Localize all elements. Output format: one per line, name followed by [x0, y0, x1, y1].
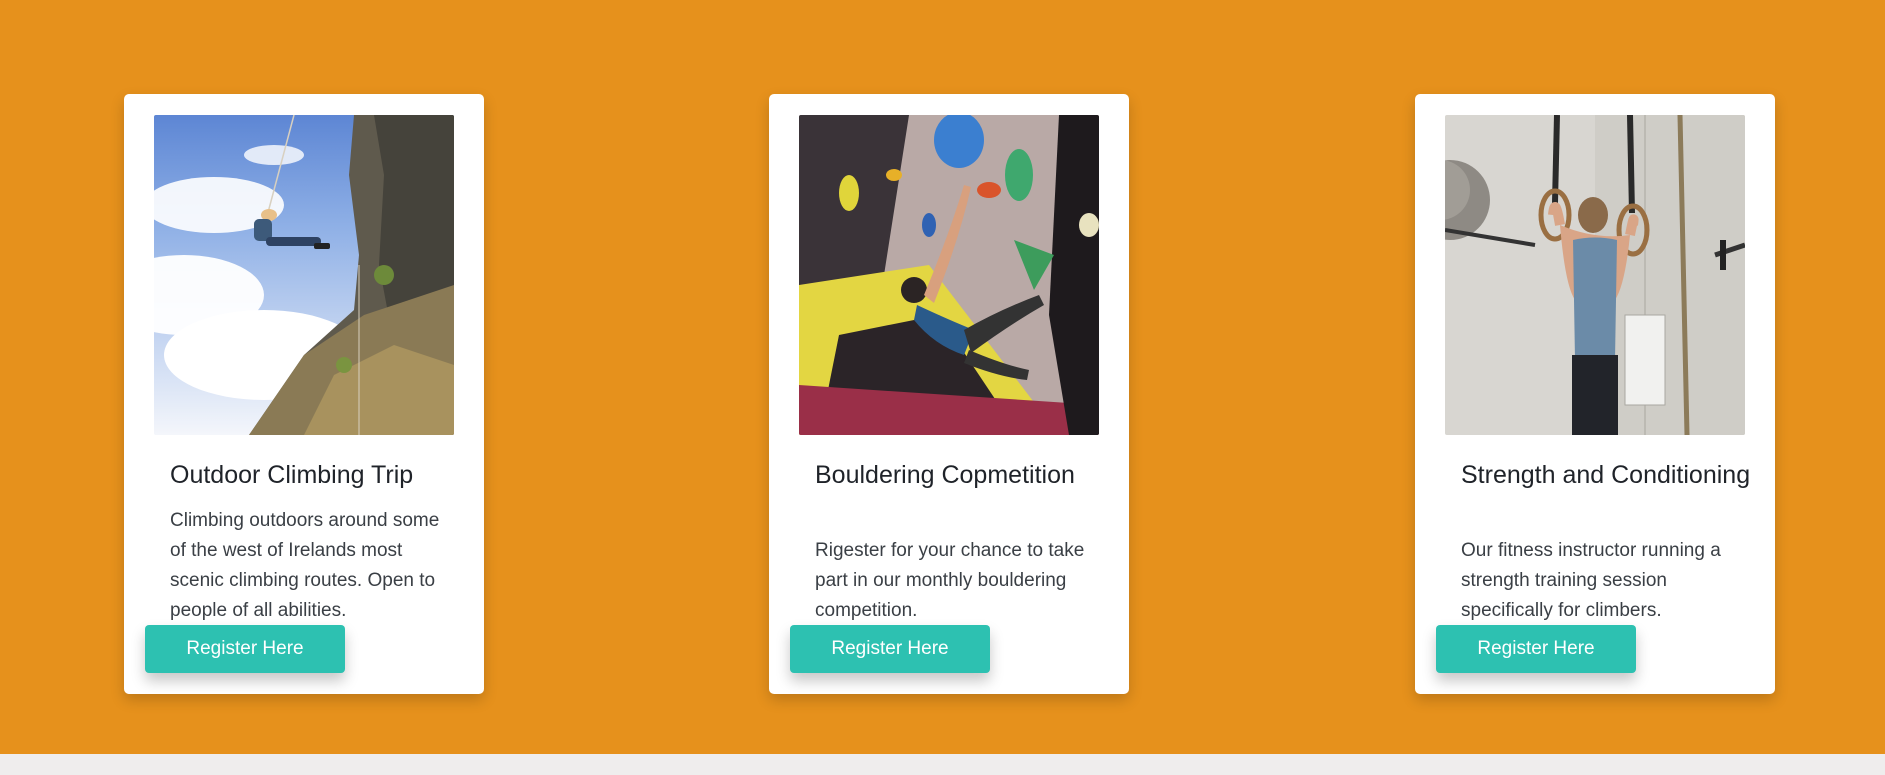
event-card-strength: Strength and Conditioning Our fitness in…: [1415, 94, 1775, 694]
gym-rings-photo: [1445, 115, 1745, 435]
events-section: Outdoor Climbing Trip Climbing outdoors …: [0, 0, 1885, 754]
outdoor-climbing-photo: [154, 115, 454, 435]
bouldering-photo: [799, 115, 1099, 435]
card-description: Climbing outdoors around some of the wes…: [170, 510, 440, 621]
card-title: Bouldering Copmetition: [815, 461, 1075, 489]
register-button[interactable]: Register Here: [1436, 625, 1636, 673]
register-button[interactable]: Register Here: [145, 625, 345, 673]
event-card-bouldering: Bouldering Copmetition Rigester for your…: [769, 94, 1129, 694]
card-description: Our fitness instructor running a strengt…: [1461, 540, 1721, 621]
card-description: Rigester for your chance to take part in…: [815, 540, 1085, 621]
card-title: Outdoor Climbing Trip: [170, 461, 414, 489]
register-button[interactable]: Register Here: [790, 625, 990, 673]
event-card-outdoor-climbing: Outdoor Climbing Trip Climbing outdoors …: [124, 94, 484, 694]
card-title: Strength and Conditioning: [1461, 461, 1751, 489]
page-footer-strip: [0, 754, 1885, 775]
